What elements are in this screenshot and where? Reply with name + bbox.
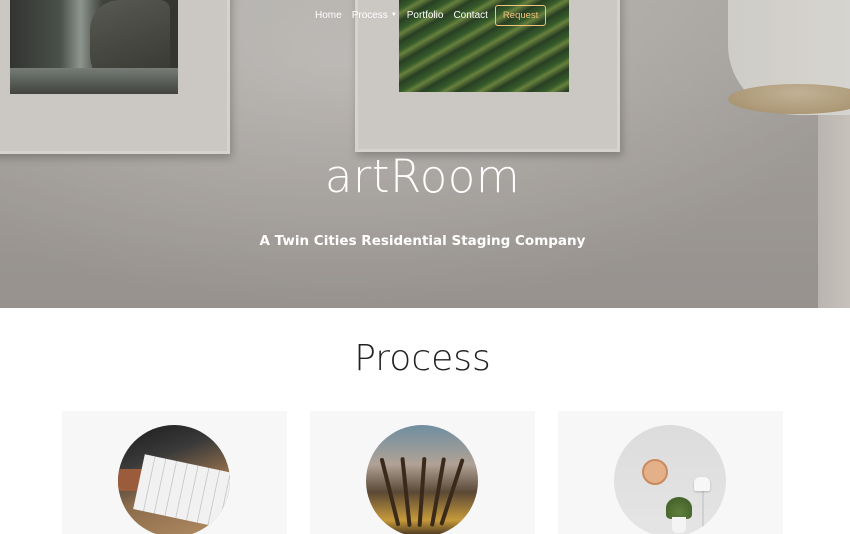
nav-portfolio-link[interactable]: Portfolio [402,10,449,21]
minimal-room-photo [614,425,726,534]
sketching-drawing-photo [118,425,230,534]
caret-down-icon: ▼ [390,12,397,18]
nav-portfolio-label: Portfolio [406,9,444,21]
process-card [62,411,287,534]
request-button[interactable]: Request [494,4,547,26]
process-card [310,411,535,534]
paint-brushes-photo [366,425,478,534]
nav-home-link[interactable]: Home [315,10,347,21]
hero-section: Home Process ▼ Portfolio Contact Request… [0,0,850,308]
hero-subtitle: A Twin Cities Residential Staging Compan… [259,233,586,249]
nav-process-label: Process [351,9,388,21]
main-nav: Home Process ▼ Portfolio Contact Request [315,4,547,26]
hero-title: artRoom [324,150,521,203]
process-card [558,411,783,534]
nav-home-label: Home [315,9,342,21]
nav-contact-link[interactable]: Contact [448,10,492,21]
nav-process-dropdown[interactable]: Process ▼ [347,10,402,21]
nav-contact-label: Contact [453,9,488,21]
clock-icon [642,459,668,485]
process-title: Process [354,338,491,379]
